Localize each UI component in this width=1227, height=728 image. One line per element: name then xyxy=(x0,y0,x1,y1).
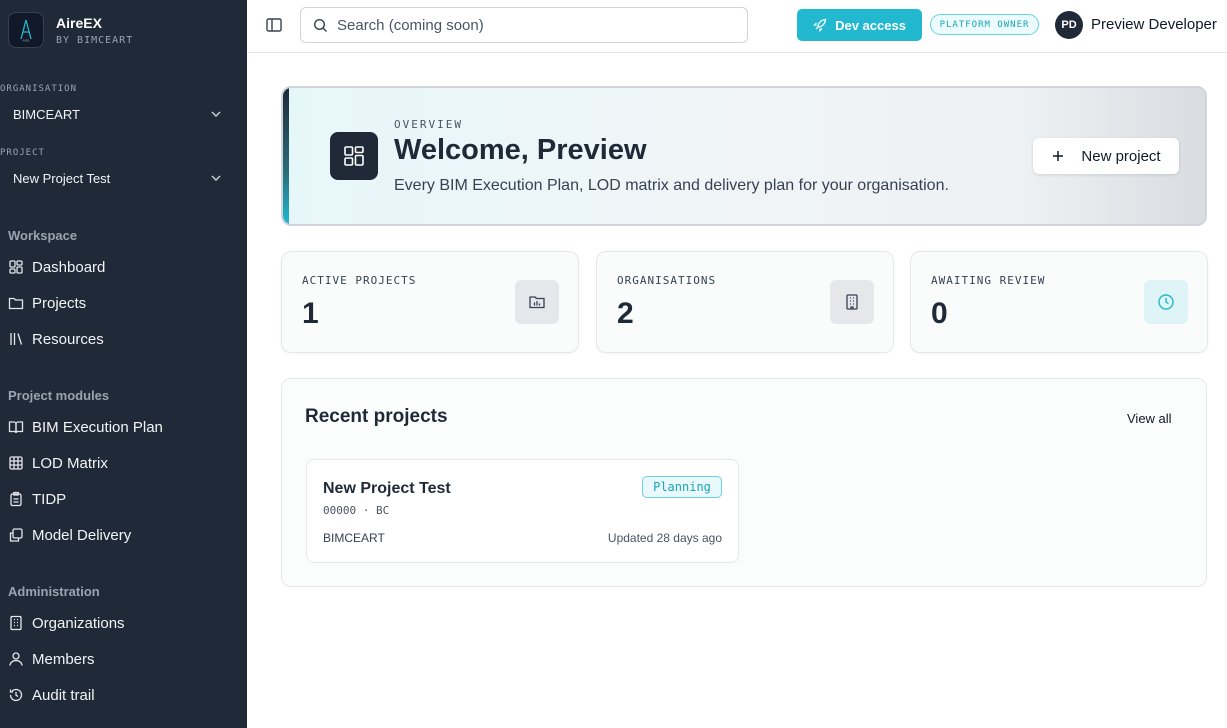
page-title: Welcome, Preview xyxy=(394,134,647,166)
dashboard-icon xyxy=(8,259,24,275)
sidebar-item-label: TIDP xyxy=(32,490,67,508)
dashboard-icon xyxy=(330,132,378,180)
user-icon xyxy=(8,651,24,667)
sidebar-item-label: LOD Matrix xyxy=(32,454,108,472)
sidebar-toggle-icon[interactable] xyxy=(265,16,283,34)
sidebar-item-tidp[interactable]: TIDP xyxy=(8,485,238,513)
sidebar-item-label: Projects xyxy=(32,294,87,312)
project-name: New Project Test xyxy=(323,480,451,497)
project-select[interactable]: New Project Test xyxy=(0,165,234,191)
search-placeholder: Search (coming soon) xyxy=(337,16,484,34)
clipboard-icon xyxy=(8,491,24,507)
stat-card-organisations: ORGANISATIONS 2 xyxy=(596,251,894,353)
status-badge: Planning xyxy=(642,476,722,498)
project-card[interactable]: New Project Test 00000 · BC Planning BIM… xyxy=(306,459,739,563)
grid-icon xyxy=(8,455,24,471)
rocket-icon xyxy=(813,18,827,32)
sidebar-item-resources[interactable]: Resources xyxy=(8,325,238,353)
sidebar-item-label: Members xyxy=(32,650,95,668)
stat-value: 0 xyxy=(931,297,948,330)
app-logo-icon: AIRE xyxy=(8,12,44,48)
hero-kicker: OVERVIEW xyxy=(394,118,463,131)
brand-subtitle: BY BIMCEART xyxy=(56,34,134,46)
recent-projects-title: Recent projects xyxy=(305,406,448,427)
sidebar-item-model-delivery[interactable]: Model Delivery xyxy=(8,521,238,549)
stat-label: ACTIVE PROJECTS xyxy=(302,274,417,287)
plus-icon xyxy=(1053,151,1064,161)
overview-hero: OVERVIEW Welcome, Preview Every BIM Exec… xyxy=(281,86,1207,226)
stat-card-awaiting-review: AWAITING REVIEW 0 xyxy=(910,251,1208,353)
sidebar: AIRE AireEX BY BIMCEART ORGANISATION BIM… xyxy=(0,0,247,728)
user-name[interactable]: Preview Developer xyxy=(1091,16,1217,33)
sidebar-item-lod-matrix[interactable]: LOD Matrix xyxy=(8,449,238,477)
topbar: Search (coming soon) Dev access PLATFORM… xyxy=(247,0,1227,53)
hero-description: Every BIM Execution Plan, LOD matrix and… xyxy=(394,177,949,194)
sidebar-item-audit-trail[interactable]: Audit trail xyxy=(8,681,238,709)
building-icon xyxy=(8,615,24,631)
sidebar-item-label: BIM Execution Plan xyxy=(32,418,163,436)
project-value: New Project Test xyxy=(13,170,111,186)
stat-value: 1 xyxy=(302,297,319,330)
delivery-icon xyxy=(8,527,24,543)
view-all-link[interactable]: View all xyxy=(1127,411,1172,426)
dev-access-button[interactable]: Dev access xyxy=(797,9,922,41)
sidebar-item-label: Audit trail xyxy=(32,686,95,704)
search-icon xyxy=(313,18,327,32)
sidebar-item-bim-execution-plan[interactable]: BIM Execution Plan xyxy=(8,413,238,441)
avatar[interactable]: PD xyxy=(1055,11,1083,39)
organisation-label: ORGANISATION xyxy=(0,84,78,94)
organisation-select[interactable]: BIMCEART xyxy=(0,101,234,127)
brand[interactable]: AIRE AireEX BY BIMCEART xyxy=(8,12,133,48)
hero-accent-bar xyxy=(283,88,289,224)
recent-projects-panel: Recent projects View all New Project Tes… xyxy=(281,378,1207,587)
clock-icon xyxy=(1144,280,1188,324)
section-project-modules: Project modules xyxy=(8,388,110,403)
library-icon xyxy=(8,331,24,347)
stat-label: AWAITING REVIEW xyxy=(931,274,1046,287)
sidebar-item-label: Resources xyxy=(32,330,104,348)
project-organisation: BIMCEART xyxy=(323,531,385,545)
project-updated: Updated 28 days ago xyxy=(607,531,722,545)
stat-card-active-projects: ACTIVE PROJECTS 1 xyxy=(281,251,579,353)
sidebar-item-dashboard[interactable]: Dashboard xyxy=(8,253,238,281)
history-icon xyxy=(8,687,24,703)
organisation-value: BIMCEART xyxy=(13,106,80,122)
sidebar-item-label: Dashboard xyxy=(32,258,106,276)
search-input[interactable]: Search (coming soon) xyxy=(300,7,748,43)
new-project-button[interactable]: New project xyxy=(1033,138,1179,174)
chevron-down-icon xyxy=(211,111,221,117)
svg-text:AIRE: AIRE xyxy=(23,39,30,43)
platform-owner-badge: PLATFORM OWNER xyxy=(930,14,1039,35)
chevron-down-icon xyxy=(211,175,221,181)
brand-name: AireEX xyxy=(56,14,102,31)
new-project-label: New project xyxy=(1081,147,1161,165)
sidebar-item-projects[interactable]: Projects xyxy=(8,289,238,317)
sidebar-item-label: Organizations xyxy=(32,614,125,632)
book-icon xyxy=(8,419,24,435)
sidebar-item-label: Model Delivery xyxy=(32,526,132,544)
project-code: 00000 · BC xyxy=(323,504,390,517)
dev-access-label: Dev access xyxy=(835,17,906,33)
folder-chart-icon xyxy=(515,280,559,324)
sidebar-item-organizations[interactable]: Organizations xyxy=(8,609,238,637)
stat-value: 2 xyxy=(617,297,634,330)
section-workspace: Workspace xyxy=(8,228,78,243)
building-icon xyxy=(830,280,874,324)
sidebar-item-members[interactable]: Members xyxy=(8,645,238,673)
project-label: PROJECT xyxy=(0,148,45,158)
stat-label: ORGANISATIONS xyxy=(617,274,717,287)
folder-icon xyxy=(8,295,24,311)
section-administration: Administration xyxy=(8,584,100,599)
